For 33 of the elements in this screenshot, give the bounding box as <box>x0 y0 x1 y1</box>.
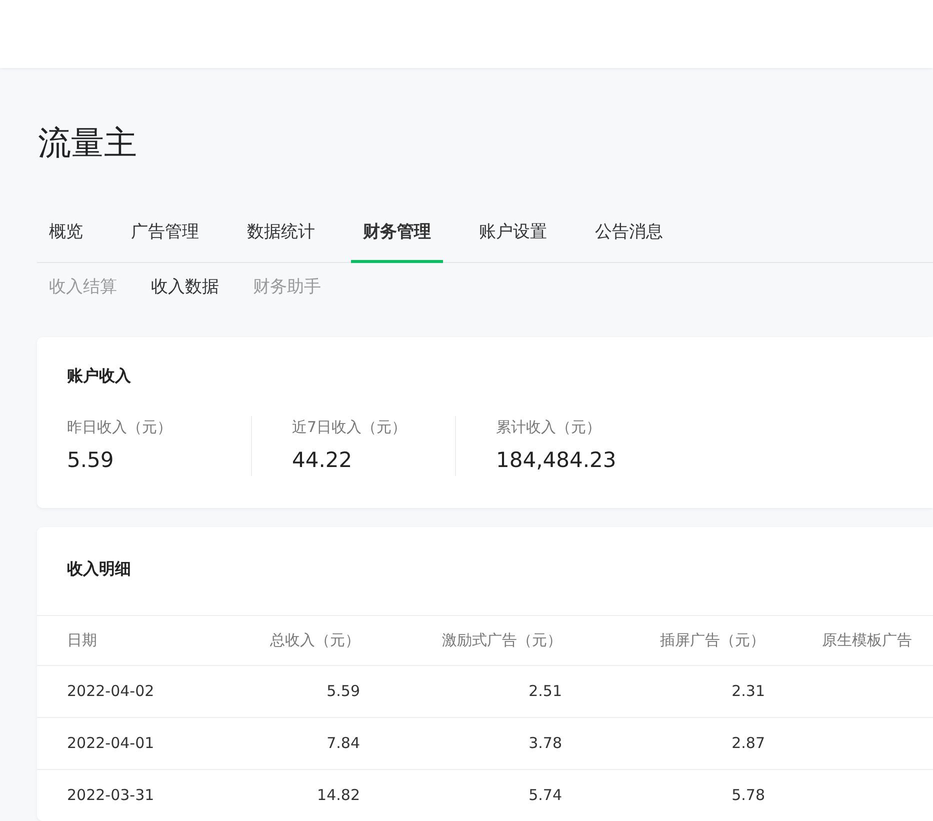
stat-label: 昨日收入（元） <box>67 417 173 438</box>
stat-label: 近7日收入（元） <box>292 417 408 438</box>
stat-label: 累计收入（元） <box>496 417 602 438</box>
column-header: 总收入（元） <box>237 615 370 665</box>
column-header: 激励式广告（元） <box>370 615 572 665</box>
table-cell: 2022-03-31 <box>37 769 237 821</box>
card-title: 收入明细 <box>66 558 132 580</box>
card-title: 账户收入 <box>67 365 132 387</box>
table-cell: 5.74 <box>370 769 572 821</box>
table-cell: 2022-04-01 <box>37 717 237 769</box>
nav-tab[interactable]: 账户设置 <box>467 220 559 262</box>
sub-tab[interactable]: 收入数据 <box>139 274 231 300</box>
table-cell: 2.31 <box>572 665 775 717</box>
table-cell: 2022-04-02 <box>37 665 237 717</box>
column-header: 日期 <box>37 615 237 665</box>
table-cell: 7.84 <box>237 717 370 769</box>
nav-tab[interactable]: 概览 <box>37 220 95 262</box>
table-cell: 14.82 <box>237 769 370 821</box>
table-cell: 5.59 <box>237 665 370 717</box>
nav-tab[interactable]: 广告管理 <box>119 220 211 262</box>
nav-tab[interactable]: 财务管理 <box>351 220 443 262</box>
stat-value: 184,484.23 <box>496 446 616 474</box>
table-cell: 3.78 <box>370 717 572 769</box>
table-cell: 2.87 <box>572 717 775 769</box>
nav-tab[interactable]: 数据统计 <box>235 220 327 262</box>
table-cell: 5.78 <box>572 769 775 821</box>
column-header: 原生模板广告 <box>775 615 933 665</box>
stat-value: 5.59 <box>67 446 115 474</box>
nav-tab[interactable]: 公告消息 <box>583 220 675 262</box>
page-title: 流量主 <box>38 123 138 163</box>
column-header: 插屏广告（元） <box>572 615 775 665</box>
stat-value: 44.22 <box>292 446 354 474</box>
table-cell: 2.51 <box>370 665 572 717</box>
